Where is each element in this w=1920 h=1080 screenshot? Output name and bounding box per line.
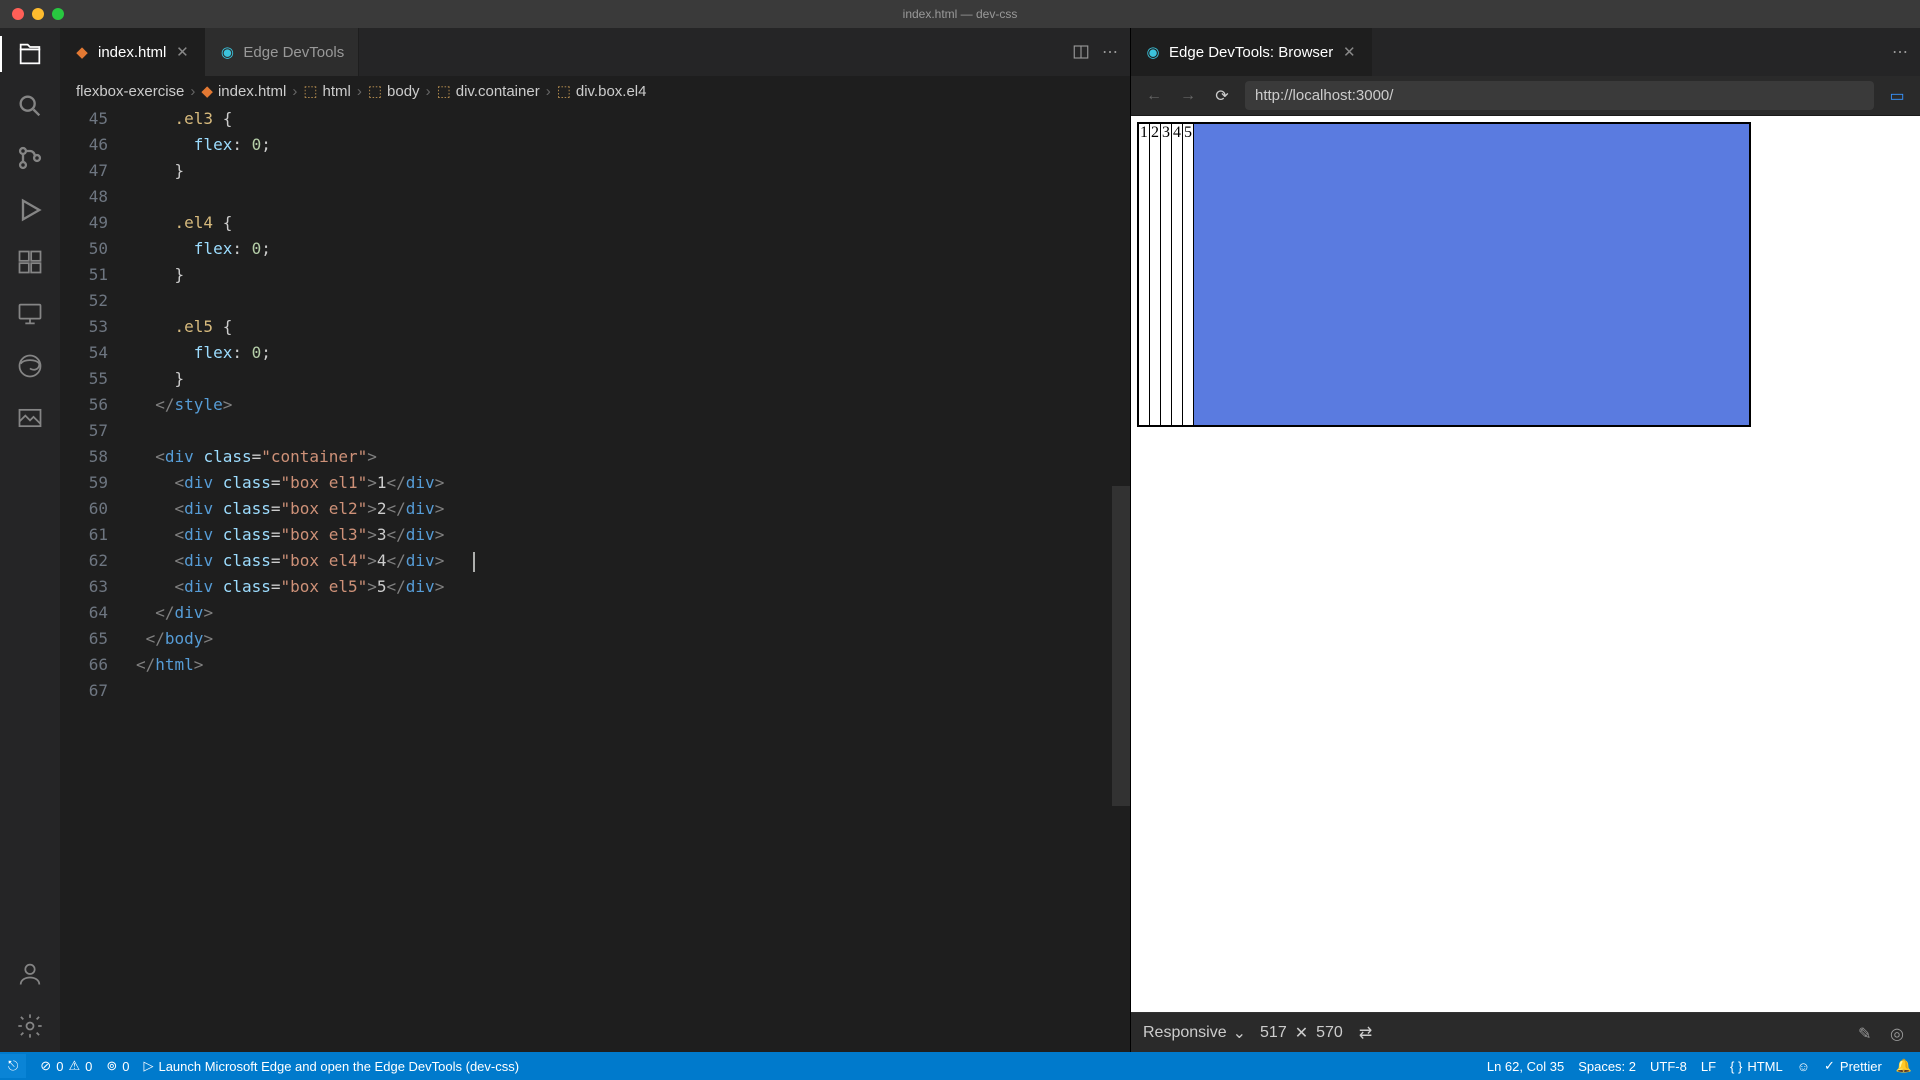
prettier[interactable]: ✓Prettier: [1824, 1058, 1882, 1074]
tab-label: Edge DevTools: Browser: [1169, 44, 1333, 61]
breadcrumb[interactable]: flexbox-exercise › ◆index.html › ⬚html ›…: [60, 76, 1130, 106]
debug-icon: ▷: [143, 1058, 153, 1074]
box-el3: 3: [1161, 124, 1172, 425]
close-window-button[interactable]: [12, 8, 24, 20]
magic-wand-icon[interactable]: ✎: [1858, 1024, 1876, 1042]
chevron-down-icon: ⌄: [1233, 1023, 1246, 1043]
viewport-height[interactable]: 570: [1316, 1024, 1343, 1042]
minimap-thumb[interactable]: [1112, 486, 1130, 806]
indentation[interactable]: Spaces: 2: [1578, 1059, 1636, 1074]
breadcrumb-html[interactable]: ⬚html: [303, 82, 351, 100]
url-input[interactable]: [1245, 81, 1874, 110]
settings-gear-icon[interactable]: [16, 1012, 44, 1040]
split-editor-icon[interactable]: [1072, 43, 1090, 61]
account-icon[interactable]: [16, 960, 44, 988]
breadcrumb-container[interactable]: ⬚div.container: [437, 82, 540, 100]
chevron-right-icon: ›: [426, 83, 431, 100]
code-content[interactable]: .el3 { flex: 0; } .el4 { flex: 0; } .el5…: [130, 106, 1130, 1052]
rotate-icon[interactable]: ⇄: [1359, 1023, 1372, 1043]
minimize-window-button[interactable]: [32, 8, 44, 20]
breadcrumb-box-el4[interactable]: ⬚div.box.el4: [557, 82, 647, 100]
tab-edge-devtools[interactable]: ◉ Edge DevTools: [205, 28, 359, 76]
run-debug-icon[interactable]: [16, 196, 44, 224]
tab-devtools-browser[interactable]: ◉ Edge DevTools: Browser ✕: [1131, 28, 1372, 76]
tabbar-actions: ⋯: [1892, 28, 1920, 76]
browser-toolbar: ← → ⟳ ▭: [1131, 76, 1920, 116]
breadcrumb-body[interactable]: ⬚body: [368, 82, 420, 100]
viewport-width[interactable]: 517: [1260, 1024, 1287, 1042]
breadcrumb-folder[interactable]: flexbox-exercise: [76, 83, 184, 100]
activity-bar: [0, 28, 60, 1052]
forward-icon[interactable]: →: [1177, 85, 1199, 107]
source-control-icon[interactable]: [16, 144, 44, 172]
more-actions-icon[interactable]: ⋯: [1102, 42, 1118, 62]
extensions-icon[interactable]: [16, 248, 44, 276]
notifications-icon[interactable]: 🔔: [1896, 1058, 1912, 1074]
editor-area: ◆ index.html ✕ ◉ Edge DevTools ⋯ flexbox…: [60, 28, 1130, 1052]
edge-icon: ◉: [219, 44, 235, 60]
box-el2: 2: [1150, 124, 1161, 425]
eol[interactable]: LF: [1701, 1059, 1716, 1074]
close-icon[interactable]: ✕: [174, 44, 190, 60]
times-icon: ✕: [1295, 1023, 1308, 1043]
flex-remaining-space: [1194, 124, 1749, 425]
flex-container: 1 2 3 4 5: [1137, 122, 1751, 427]
code-editor[interactable]: 4546474849505152535455565758596061626364…: [60, 106, 1130, 1052]
broadcast-icon: ⊚: [106, 1058, 117, 1074]
devtools-bottom-toolbar: Responsive ⌄ 517 ✕ 570 ⇄ ✎ ◎: [1131, 1012, 1920, 1052]
edge-icon: ◉: [1145, 44, 1161, 60]
minimap[interactable]: [1112, 106, 1130, 1052]
cursor-position[interactable]: Ln 62, Col 35: [1487, 1059, 1564, 1074]
back-icon[interactable]: ←: [1143, 85, 1165, 107]
launch-edge-button[interactable]: ▷Launch Microsoft Edge and open the Edge…: [143, 1058, 519, 1074]
check-icon: ✓: [1824, 1058, 1835, 1074]
tab-bar: ◆ index.html ✕ ◉ Edge DevTools ⋯: [60, 28, 1130, 76]
devtools-panel: ◉ Edge DevTools: Browser ✕ ⋯ ← → ⟳ ▭ 1 2…: [1130, 28, 1920, 1052]
device-toggle-icon[interactable]: ▭: [1886, 85, 1908, 107]
encoding[interactable]: UTF-8: [1650, 1059, 1687, 1074]
titlebar: index.html — dev-css: [0, 0, 1920, 28]
traffic-lights: [0, 8, 64, 20]
braces-icon: { }: [1730, 1059, 1742, 1074]
chevron-right-icon: ›: [292, 83, 297, 100]
close-icon[interactable]: ✕: [1341, 44, 1357, 60]
box-el1: 1: [1139, 124, 1150, 425]
remote-indicator[interactable]: ⎋: [0, 1054, 26, 1078]
search-icon[interactable]: [16, 92, 44, 120]
remote-explorer-icon[interactable]: [16, 300, 44, 328]
status-bar: ⎋ ⊘0 ⚠0 ⊚0 ▷Launch Microsoft Edge and op…: [0, 1052, 1920, 1080]
explorer-icon[interactable]: [16, 40, 44, 68]
breadcrumb-file[interactable]: ◆index.html: [201, 82, 286, 100]
browser-preview[interactable]: 1 2 3 4 5: [1131, 116, 1920, 1012]
chevron-right-icon: ›: [546, 83, 551, 100]
chevron-right-icon: ›: [357, 83, 362, 100]
language-mode[interactable]: { }HTML: [1730, 1059, 1783, 1074]
html-file-icon: ◆: [74, 44, 90, 60]
ports-indicator[interactable]: ⊚0: [106, 1058, 129, 1074]
edge-tools-icon[interactable]: [16, 352, 44, 380]
copilot-icon[interactable]: ☺: [1797, 1059, 1810, 1074]
viewport-dimensions: 517 ✕ 570 ⇄: [1260, 1023, 1372, 1043]
maximize-window-button[interactable]: [52, 8, 64, 20]
remote-icon: ⎋: [8, 1058, 18, 1074]
warning-icon: ⚠: [68, 1058, 80, 1074]
device-selector[interactable]: Responsive ⌄: [1143, 1023, 1246, 1043]
more-actions-icon[interactable]: ⋯: [1892, 42, 1908, 62]
window-title: index.html — dev-css: [903, 7, 1018, 21]
box-el5: 5: [1183, 124, 1194, 425]
devtools-tab-bar: ◉ Edge DevTools: Browser ✕ ⋯: [1131, 28, 1920, 76]
preview-container: 1 2 3 4 5: [1137, 122, 1751, 427]
image-assets-icon[interactable]: [16, 404, 44, 432]
tab-label: index.html: [98, 44, 166, 61]
line-number-gutter: 4546474849505152535455565758596061626364…: [60, 106, 130, 1052]
error-icon: ⊘: [40, 1058, 51, 1074]
tab-label: Edge DevTools: [243, 44, 344, 61]
target-icon[interactable]: ◎: [1890, 1024, 1908, 1042]
problems-indicator[interactable]: ⊘0 ⚠0: [40, 1058, 92, 1074]
tab-index-html[interactable]: ◆ index.html ✕: [60, 28, 205, 76]
reload-icon[interactable]: ⟳: [1211, 85, 1233, 107]
box-el4: 4: [1172, 124, 1183, 425]
tabbar-actions: ⋯: [1072, 28, 1130, 76]
chevron-right-icon: ›: [190, 83, 195, 100]
